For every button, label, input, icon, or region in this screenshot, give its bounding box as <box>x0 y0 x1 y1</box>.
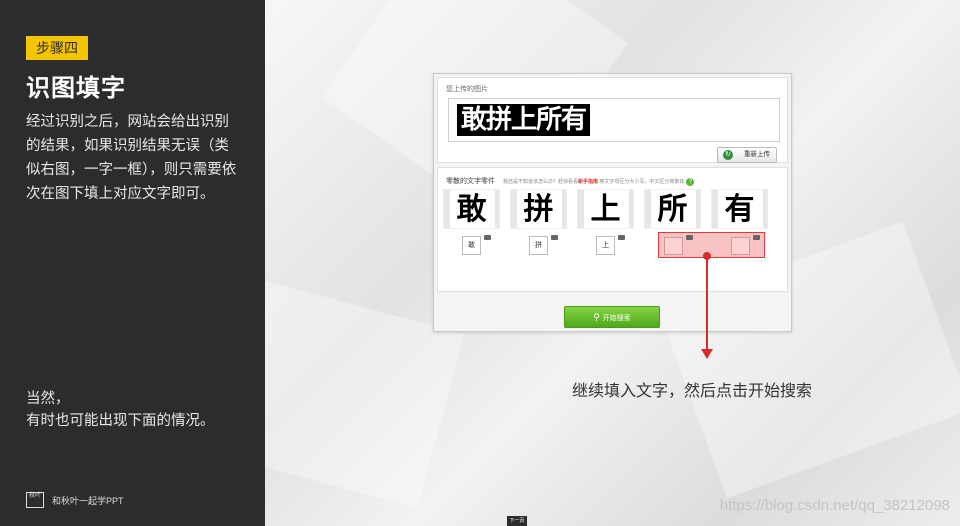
page-title: 识图填字 <box>26 75 126 102</box>
keyboard-icon[interactable] <box>484 235 491 240</box>
char-tile: 拼 <box>510 189 567 229</box>
start-search-button[interactable]: ⚲ 开始搜索 <box>564 306 660 328</box>
parts-hint: 我还是不知道该怎么办？赶快看看新手指南 英文字母区分大小写，中文区分简繁体? <box>502 178 695 186</box>
parts-label: 零散的文字零件 <box>446 178 495 185</box>
parts-header: 零散的文字零件 我还是不知道该怎么办？赶快看看新手指南 英文字母区分大小写，中文… <box>446 176 695 186</box>
uploaded-image-label: 您上传的图片 <box>446 86 488 93</box>
note-text: 当然， 有时也可能出现下面的情况。 <box>26 388 256 432</box>
uploaded-image-section: 您上传的图片 敢拼上所有 ↻ 重新上传 <box>437 77 788 163</box>
annotation-text: 继续填入文字，然后点击开始搜索 <box>572 383 813 400</box>
char-input-empty[interactable] <box>731 237 750 255</box>
screenshot-window: 您上传的图片 敢拼上所有 ↻ 重新上传 零散的文字零件 我还是不知道该怎么办？赶… <box>433 73 792 332</box>
char-glyph: 上 <box>590 192 621 227</box>
char-tile: 所 <box>644 189 701 229</box>
watermark: https://blog.csdn.net/qq_38212098 <box>719 497 950 514</box>
hint-prefix: 我还是不知道该怎么办？赶快看看 <box>502 179 578 185</box>
char-tile: 有 <box>711 189 768 229</box>
note-line-1: 当然， <box>26 391 70 407</box>
search-icon: ⚲ <box>593 312 600 322</box>
char-input[interactable]: 上 <box>596 236 615 255</box>
reupload-label: 重新上传 <box>744 151 770 158</box>
newbie-guide-link[interactable]: 新手指南 <box>578 179 598 185</box>
keyboard-icon[interactable] <box>686 235 693 240</box>
keyboard-icon[interactable] <box>753 235 760 240</box>
brand-logo-icon: 秋叶 <box>26 492 44 508</box>
char-input[interactable]: 拼 <box>529 236 548 255</box>
brand-text: 和秋叶一起学PPT <box>52 495 124 506</box>
char-glyph: 拼 <box>523 192 554 227</box>
char-tile: 上 <box>577 189 634 229</box>
keyboard-icon[interactable] <box>551 235 558 240</box>
description-text: 经过识别之后，网站会给出识别的结果，如果识别结果无误（类似右图，一字一框），则只… <box>26 114 237 202</box>
char-glyph: 有 <box>724 192 755 227</box>
arrow-line <box>706 255 708 351</box>
arrow-down-icon <box>701 349 713 359</box>
keyboard-icon[interactable] <box>618 235 625 240</box>
brand: 秋叶 和秋叶一起学PPT <box>26 492 124 508</box>
character-parts-section: 零散的文字零件 我还是不知道该怎么办？赶快看看新手指南 英文字母区分大小写，中文… <box>437 167 788 292</box>
next-page-button[interactable]: 下一页 <box>507 516 527 526</box>
note-line-2: 有时也可能出现下面的情况。 <box>26 413 215 429</box>
char-glyph: 敢 <box>456 192 487 227</box>
uploaded-image-text: 敢拼上所有 <box>457 104 591 136</box>
char-input-empty[interactable] <box>664 237 683 255</box>
char-input[interactable]: 敢 <box>462 236 481 255</box>
hint-suffix: 英文字母区分大小写，中文区分简繁体 <box>599 179 685 185</box>
left-panel: 步骤四 识图填字 经过识别之后，网站会给出识别的结果，如果识别结果无误（类似右图… <box>0 0 265 526</box>
char-tile: 敢 <box>443 189 500 229</box>
help-icon[interactable]: ? <box>686 178 695 186</box>
reupload-button[interactable]: ↻ 重新上传 <box>717 147 777 163</box>
search-button-label: 开始搜索 <box>602 315 631 322</box>
highlight-empty-inputs <box>658 232 765 258</box>
step-badge: 步骤四 <box>26 36 88 60</box>
char-glyph: 所 <box>657 192 688 227</box>
uploaded-image-box: 敢拼上所有 <box>448 98 780 142</box>
refresh-icon: ↻ <box>723 150 733 160</box>
